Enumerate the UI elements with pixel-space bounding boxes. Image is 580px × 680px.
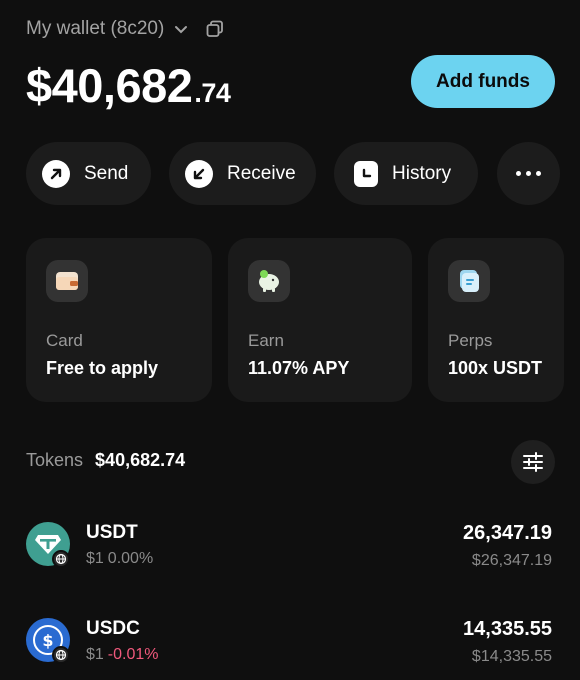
token-row-usdt[interactable]: USDT $1 0.00% 26,347.19 $26,347.19 bbox=[26, 522, 554, 572]
perps-feature[interactable]: Perps 100x USDT bbox=[428, 238, 564, 402]
token-price: $1 0.00% bbox=[86, 550, 154, 567]
wallet-name: My wallet (8c20) bbox=[26, 18, 165, 39]
balance-decimal: .74 bbox=[194, 78, 231, 108]
earn-subtitle: 11.07% APY bbox=[248, 358, 350, 378]
sliders-icon bbox=[523, 452, 543, 472]
history-label: History bbox=[392, 162, 452, 184]
token-change: -0.01% bbox=[107, 646, 159, 663]
tokens-total: $40,682.74 bbox=[95, 450, 186, 470]
receive-label: Receive bbox=[227, 162, 296, 184]
perps-icon bbox=[448, 260, 490, 302]
earn-feature[interactable]: Earn 11.07% APY bbox=[228, 238, 412, 402]
tokens-label: Tokens bbox=[26, 450, 84, 470]
perps-subtitle: 100x USDT bbox=[448, 358, 543, 378]
card-subtitle: Free to apply bbox=[46, 358, 159, 378]
more-dots-icon bbox=[516, 171, 521, 176]
total-balance: $40,682.74 bbox=[26, 58, 231, 113]
send-button[interactable]: Send bbox=[26, 142, 151, 205]
token-symbol: USDT bbox=[86, 522, 138, 543]
token-price: $1 -0.01% bbox=[86, 646, 159, 663]
receive-button[interactable]: Receive bbox=[169, 142, 316, 205]
receive-arrow-icon bbox=[185, 159, 213, 188]
wallet-selector[interactable]: My wallet (8c20) bbox=[26, 18, 224, 40]
copy-icon[interactable] bbox=[206, 20, 224, 38]
token-row-usdc[interactable]: $ USDC $1 -0.01% 14,335.55 $14,335.55 bbox=[26, 618, 554, 668]
perps-title: Perps bbox=[448, 331, 493, 350]
tokens-header: Tokens $40,682.74 bbox=[26, 450, 185, 471]
history-button[interactable]: History bbox=[334, 142, 478, 205]
send-label: Send bbox=[84, 162, 129, 184]
token-amount: 26,347.19 bbox=[463, 522, 552, 544]
token-symbol: USDC bbox=[86, 618, 140, 639]
history-clock-icon bbox=[354, 160, 378, 187]
card-icon bbox=[46, 260, 88, 302]
network-globe-icon bbox=[52, 646, 70, 664]
earn-title: Earn bbox=[248, 331, 284, 350]
chevron-down-icon bbox=[175, 26, 188, 34]
send-arrow-icon bbox=[42, 159, 70, 188]
piggy-bank-icon bbox=[248, 260, 290, 302]
filter-button[interactable] bbox=[511, 440, 555, 484]
svg-text:$: $ bbox=[42, 631, 53, 650]
more-button[interactable] bbox=[497, 142, 560, 205]
card-title: Card bbox=[46, 331, 83, 350]
token-usd-value: $26,347.19 bbox=[471, 552, 552, 569]
token-usd-value: $14,335.55 bbox=[471, 648, 552, 665]
network-globe-icon bbox=[52, 550, 70, 568]
token-amount: 14,335.55 bbox=[463, 618, 552, 640]
add-funds-button[interactable]: Add funds bbox=[411, 55, 555, 108]
card-feature[interactable]: Card Free to apply bbox=[26, 238, 212, 402]
token-change: 0.00% bbox=[107, 550, 154, 567]
balance-integer: $40,682 bbox=[26, 59, 193, 112]
